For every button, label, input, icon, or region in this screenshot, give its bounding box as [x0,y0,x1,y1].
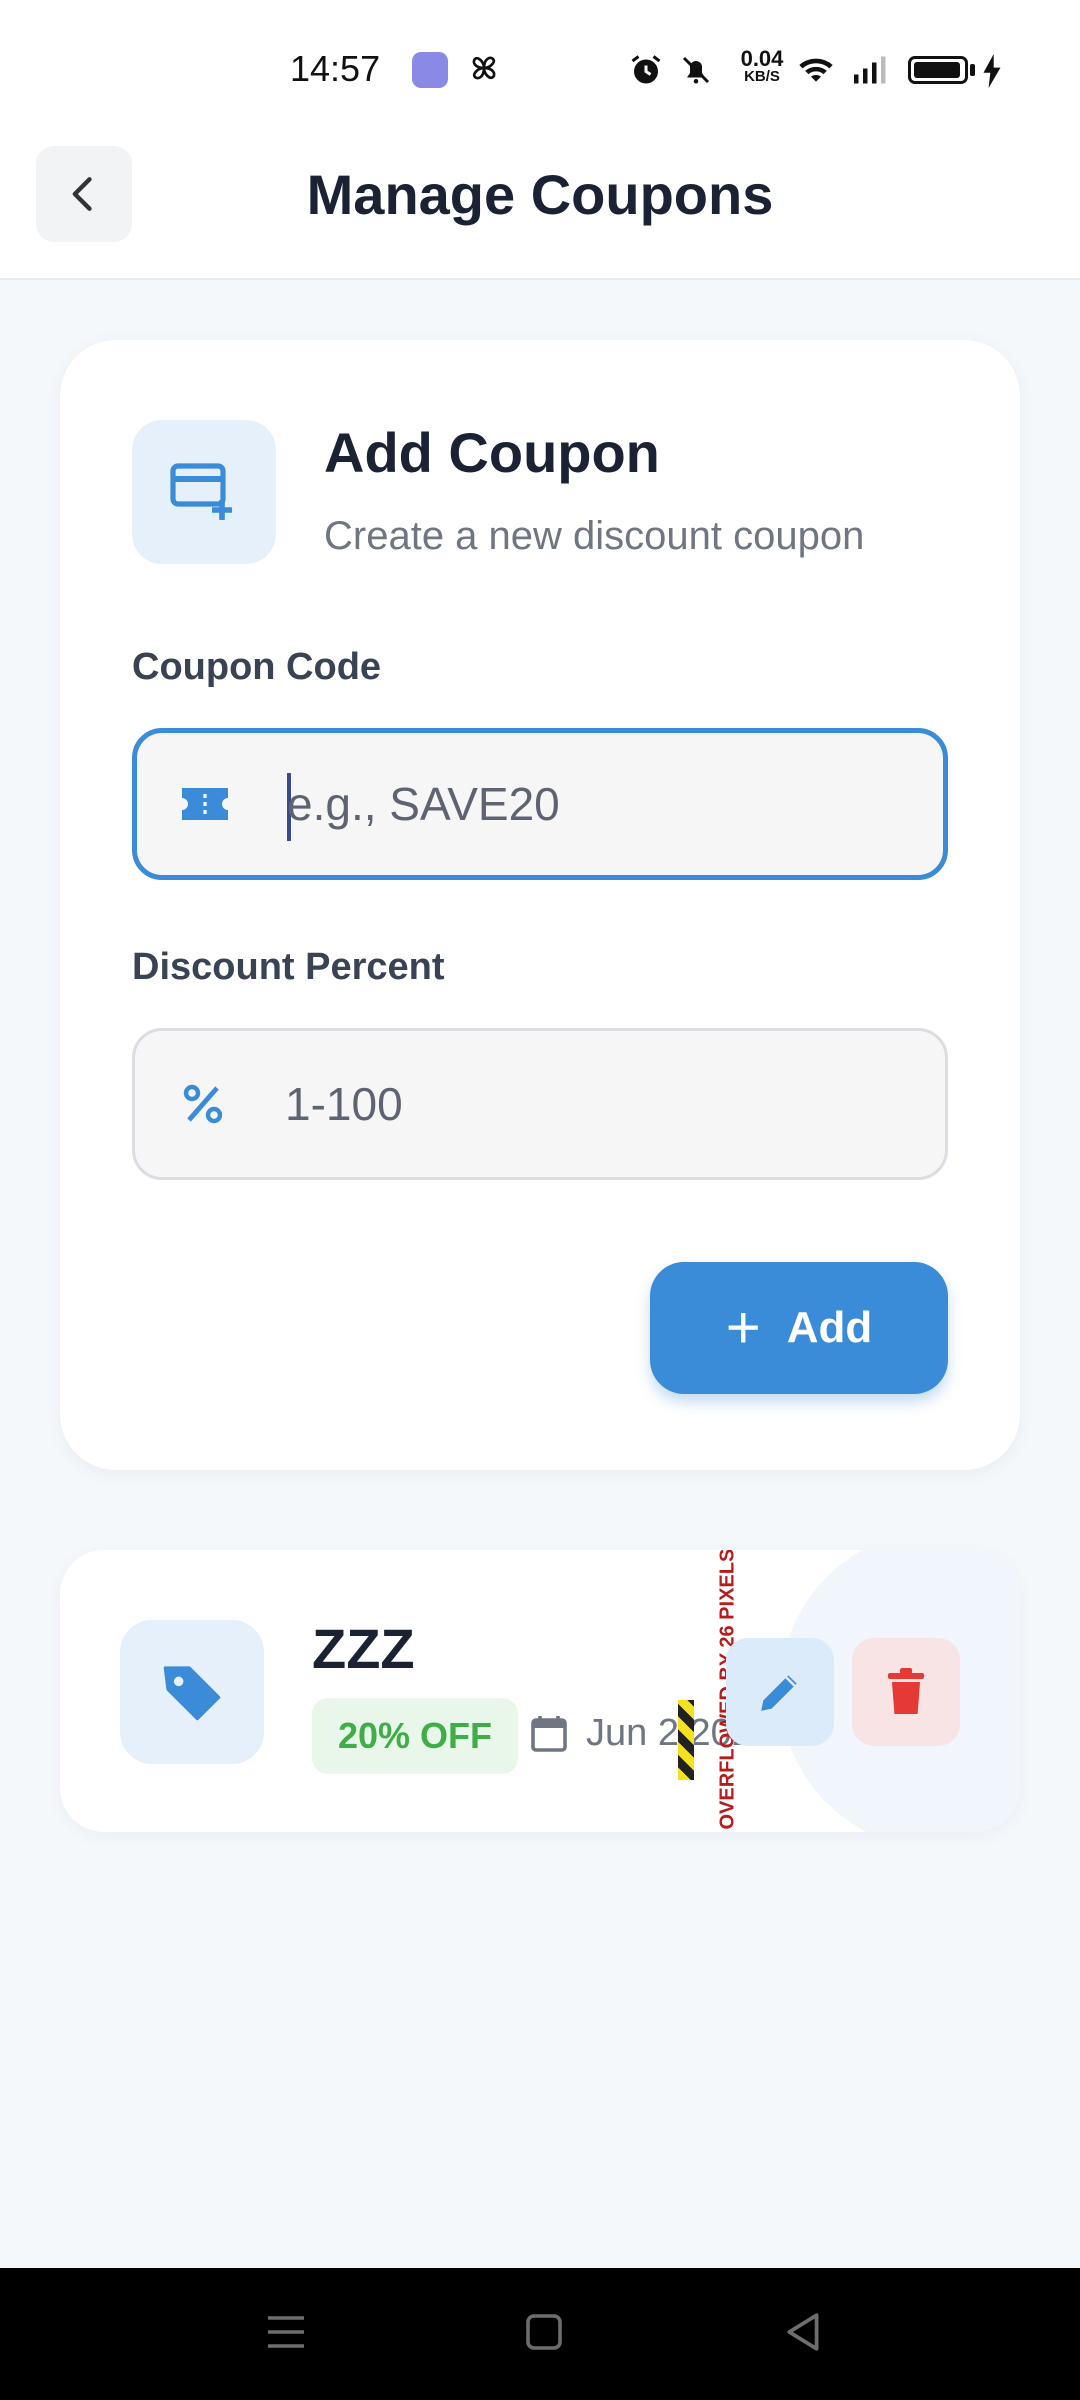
discount-badge: 20% OFF [312,1698,519,1774]
edit-icon [761,1675,797,1711]
app-header: Manage Coupons [0,140,1080,280]
silent-icon [676,52,716,93]
ticket-icon [177,776,233,832]
coupon-list-item[interactable]: ZZZ 20% OFF Jun 2 2025 OVERFLOWED BY 26 … [60,1550,1020,1832]
add-button-label: Add [786,1303,873,1352]
app-notification-icon [412,52,448,88]
home-icon[interactable] [520,2308,568,2356]
card-subtitle: Create a new discount coupon [324,514,865,558]
net-speed: 0.04 KB/S [740,46,784,86]
plus-icon: + [725,1294,761,1361]
card-add-icon [132,420,276,564]
coupon-code-input[interactable] [287,733,913,875]
edit-button[interactable] [726,1638,834,1746]
tag-icon [120,1620,264,1764]
alarm-icon [628,52,664,93]
back-icon[interactable] [780,2308,828,2356]
percent-icon [175,1076,231,1132]
system-nav-bar [0,2268,1080,2400]
coupon-code: ZZZ [312,1617,415,1680]
discount-percent-field[interactable] [132,1028,948,1180]
coupon-code-field[interactable] [132,728,948,880]
battery-icon [908,56,968,84]
calendar-icon [531,1715,567,1752]
card-title: Add Coupon [324,421,660,484]
status-time: 14:57 [290,48,381,89]
status-bar: 14:57 0.04 KB/S [0,0,1080,140]
discount-percent-input[interactable] [285,1031,915,1177]
trash-icon [888,1668,924,1714]
page-title: Manage Coupons [306,163,774,226]
wifi-icon [794,50,838,95]
add-coupon-card: Add Coupon Create a new discount coupon … [60,340,1020,1470]
signal-icon [848,52,890,93]
add-button[interactable]: + Add [650,1262,948,1394]
pinwheel-icon [466,50,502,94]
discount-percent-label: Discount Percent [132,946,445,988]
delete-button[interactable] [852,1638,960,1746]
overflow-indicator [678,1700,694,1780]
charging-icon [980,54,1004,93]
coupon-code-label: Coupon Code [132,646,382,688]
menu-icon[interactable] [262,2308,310,2356]
